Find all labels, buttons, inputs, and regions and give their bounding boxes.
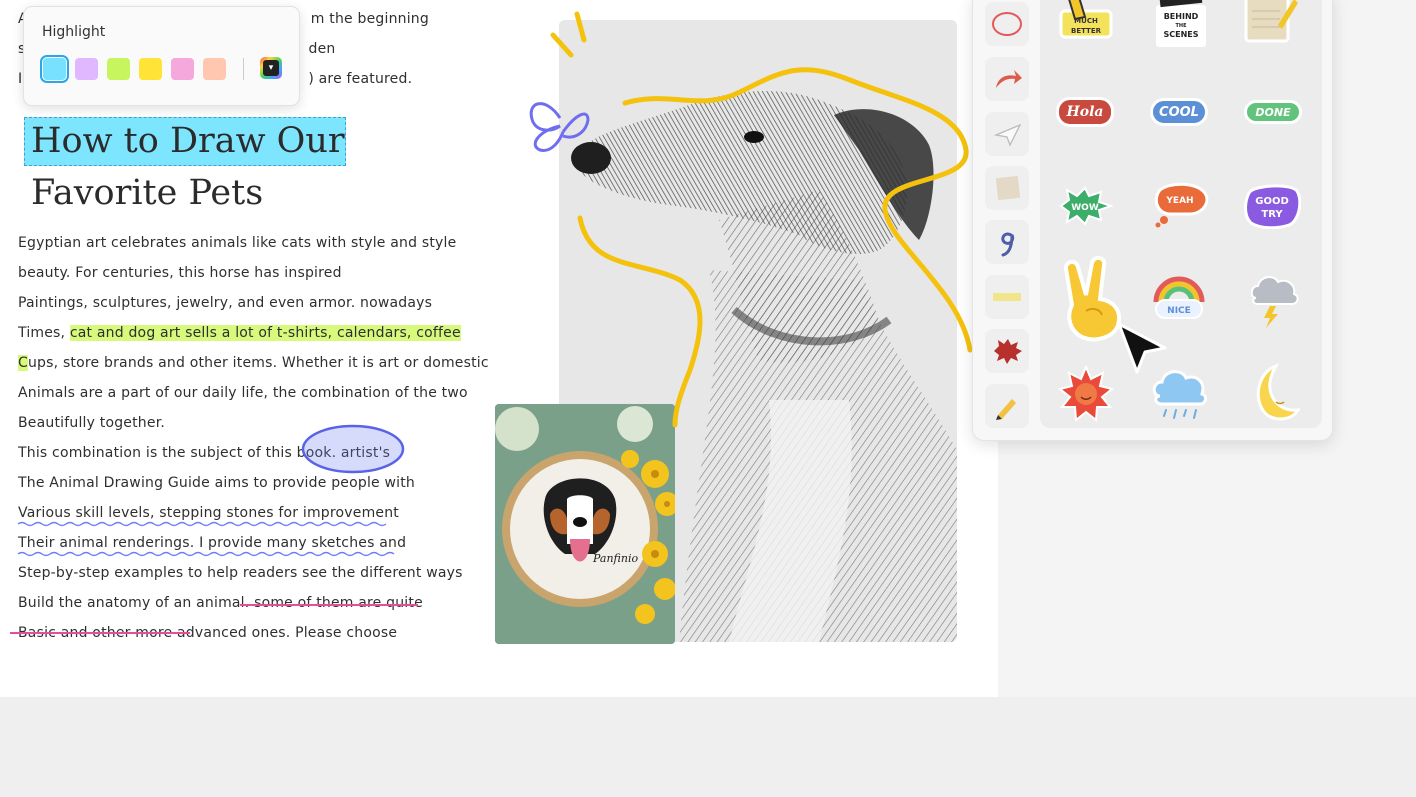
sticker-nice[interactable]: NICE [1150,272,1208,322]
sticker-text: MUCH [1074,17,1098,25]
category-arrow[interactable] [985,57,1029,101]
sticker-wow[interactable]: WOW [1057,186,1113,226]
sticker-storm-cloud[interactable] [1246,268,1302,330]
sticker-text: YEAH [1165,196,1193,206]
hoop-signature-text: Panfinio [592,552,638,565]
body-line[interactable]: This combination is the subject of this … [18,443,390,463]
comic-burst-icon [994,339,1022,364]
embroidery-hoop-image[interactable]: Panfinio [495,404,675,644]
swatch-lavender[interactable] [75,58,98,80]
arrow-icon [996,70,1022,88]
swatch-pink[interactable] [171,58,194,80]
sticker-sun[interactable] [1058,365,1114,423]
pencil-icon [996,399,1016,420]
app-canvas: Am the beginning sden I) are featured. H… [0,0,1416,797]
sticker-cool[interactable]: COOL [1150,98,1208,126]
highlight-popup: Highlight ▾ [23,6,300,106]
sticker-text: BEHIND [1164,12,1199,21]
sticker-text: SCENES [1163,30,1198,39]
sticker-text: NICE [1167,306,1191,316]
sticker-done[interactable]: DONE [1244,100,1302,124]
tape-icon [993,293,1021,301]
page-below [0,697,1416,797]
note-icon [995,175,1021,201]
page-title-line1[interactable]: How to Draw Our [31,118,345,164]
divider [243,58,244,80]
sticker-text: BETTER [1071,27,1102,35]
paper-plane-icon [993,123,1022,147]
chevron-down-icon: ▾ [263,60,279,76]
body-line-underlined[interactable]: Their animal renderings. I provide many … [18,533,406,553]
swatch-lime[interactable] [107,58,130,80]
category-note[interactable] [985,166,1029,210]
body-line[interactable]: Cups, store brands and other items. Whet… [18,353,489,373]
sticker-text: TRY [1261,209,1283,220]
body-line[interactable]: Step-by-step examples to help readers se… [18,563,463,583]
body-line[interactable]: Build the anatomy of an animal. some of … [18,593,423,613]
sticker-moon[interactable] [1246,362,1300,424]
strikethrough-text[interactable]: Basic and other more ad [18,625,195,641]
strikethrough-text[interactable]: some of them are quite [249,595,423,611]
sticker-good-try[interactable]: GOOD TRY [1243,183,1301,229]
sticker-text: GOOD [1255,196,1289,207]
number-nine-icon [1001,232,1015,257]
swatch-peach[interactable] [203,58,226,80]
category-pencil[interactable] [985,384,1029,428]
category-comic[interactable] [985,329,1029,373]
highlight-label: Highlight [42,24,106,40]
page-title-line2[interactable]: Favorite Pets [31,170,263,216]
body-line[interactable]: Times, cat and dog art sells a lot of t-… [18,323,461,343]
category-circle[interactable] [985,2,1029,46]
sticker-much-better[interactable]: MUCH BETTER [1055,0,1117,45]
sticker-text: WOW [1071,203,1099,213]
sticker-yeah[interactable]: YEAH [1150,182,1210,228]
body-line[interactable]: beauty. For centuries, this horse has in… [18,263,342,283]
body-line[interactable]: The Animal Drawing Guide aims to provide… [18,473,415,493]
circle-icon [992,12,1022,36]
body-line[interactable]: Egyptian art celebrates animals like cat… [18,233,456,253]
body-line[interactable]: Basic and other more advanced ones. Plea… [18,623,397,643]
category-tape[interactable] [985,275,1029,319]
sticker-notepad[interactable] [1242,0,1300,47]
text-highlight[interactable]: cat and dog art sells a lot of t-shirts,… [69,325,461,341]
swatch-cyan[interactable] [40,55,69,83]
color-picker-button[interactable]: ▾ [260,57,282,79]
body-line[interactable]: Paintings, sculptures, jewelry, and even… [18,293,432,313]
sticker-text: THE [1175,23,1187,29]
body-line[interactable]: Animals are a part of our daily life, th… [18,383,468,403]
sticker-hola[interactable]: Hola [1056,97,1114,127]
text-highlight[interactable]: C [18,355,28,371]
body-line-underlined[interactable]: Various skill levels, stepping stones fo… [18,503,399,523]
category-paper-plane[interactable] [985,112,1029,156]
sticker-behind-the-scenes[interactable]: BEHIND THE SCENES [1152,0,1210,50]
body-line[interactable]: Beautifully together. [18,413,165,433]
swatch-yellow[interactable] [139,58,162,80]
category-number[interactable] [985,220,1029,264]
mouse-cursor-icon [1117,322,1167,374]
